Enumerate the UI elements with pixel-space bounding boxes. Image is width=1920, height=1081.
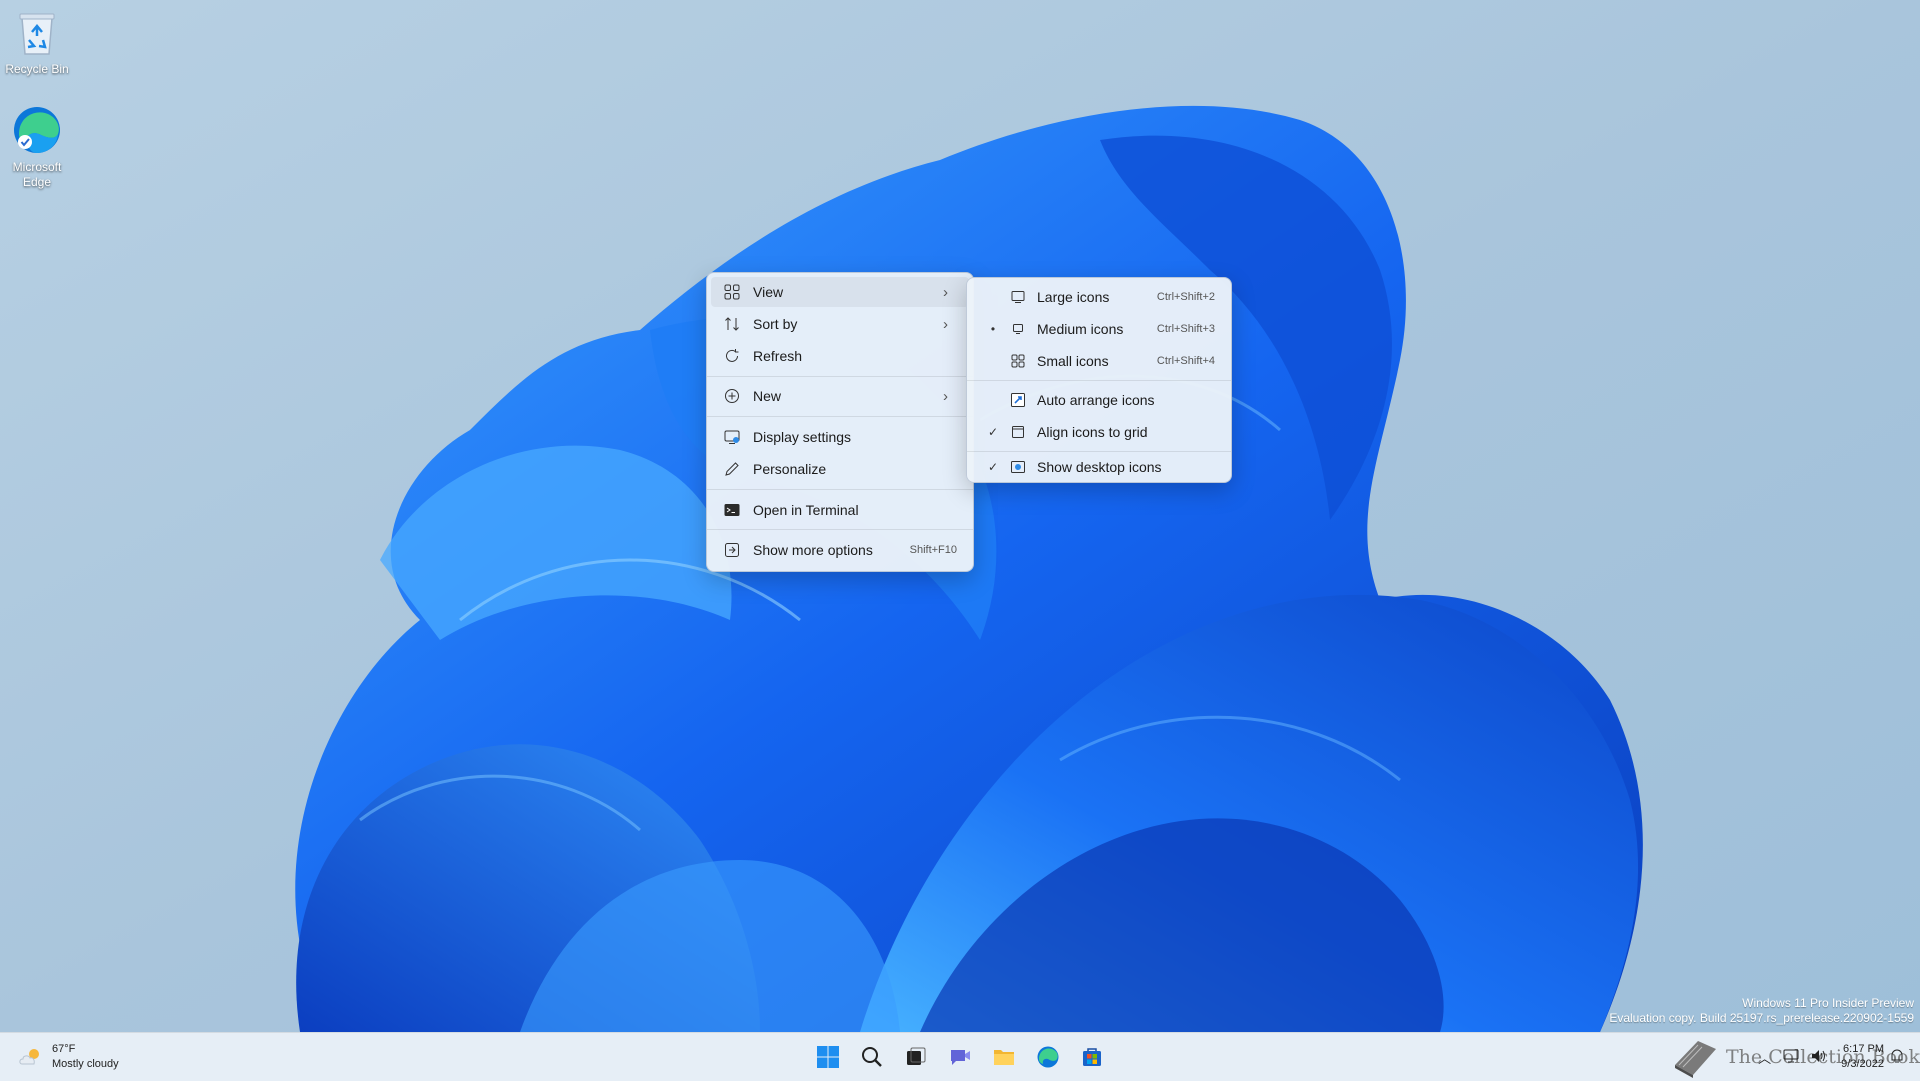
terminal-icon	[723, 501, 741, 519]
chevron-right-icon: ›	[943, 315, 948, 333]
monitor-icon	[1009, 288, 1027, 306]
menu-item-label: View	[753, 284, 784, 300]
submenu-item-label: Small icons	[1037, 353, 1109, 369]
file-explorer-icon	[994, 1050, 1014, 1065]
clock-date: 9/3/2022	[1841, 1058, 1884, 1070]
chat-icon	[951, 1050, 970, 1065]
refresh-icon	[723, 347, 741, 365]
menu-item-refresh[interactable]: Refresh	[711, 341, 969, 371]
menu-item-label: Show more options	[753, 542, 873, 558]
submenu-item-shortcut: Ctrl+Shift+4	[1156, 355, 1215, 367]
view-submenu: Large icons Ctrl+Shift+2 • Medium icons …	[966, 277, 1232, 483]
menu-separator	[707, 529, 973, 530]
chevron-up-icon[interactable]: ︿	[1758, 1048, 1771, 1067]
task-view-button[interactable]	[900, 1041, 932, 1073]
menu-separator	[707, 416, 973, 417]
book-logo-icon	[1675, 1041, 1716, 1078]
menu-separator	[707, 489, 973, 490]
auto-arrange-icon	[1009, 391, 1027, 409]
submenu-item-label: Show desktop icons	[1037, 459, 1162, 475]
more-options-icon	[723, 541, 741, 559]
menu-item-personalize[interactable]: Personalize	[711, 454, 969, 484]
grid-icon	[723, 283, 741, 301]
submenu-item-medium-icons[interactable]: • Medium icons Ctrl+Shift+3	[971, 314, 1227, 344]
display-icon	[723, 428, 741, 446]
submenu-item-label: Large icons	[1037, 289, 1110, 305]
selection-mark: ✓	[987, 460, 999, 474]
monitor-small-icon	[1009, 320, 1027, 338]
edge-icon	[14, 107, 60, 153]
search-icon	[862, 1047, 882, 1067]
selection-mark: •	[990, 322, 996, 336]
volume-icon[interactable]	[1811, 1049, 1827, 1066]
store-button[interactable]	[1076, 1041, 1108, 1073]
small-grid-icon	[1009, 352, 1027, 370]
menu-item-shortcut: Shift+F10	[909, 544, 957, 556]
submenu-item-label: Medium icons	[1037, 321, 1124, 337]
edge-icon	[1037, 1046, 1059, 1068]
task-view-icon	[907, 1047, 926, 1065]
align-grid-icon	[1009, 423, 1027, 441]
desktop-context-menu: View › Sort by › Refresh New › Display s…	[706, 272, 974, 572]
submenu-item-large-icons[interactable]: Large icons Ctrl+Shift+2	[971, 282, 1227, 312]
menu-item-open-in-terminal[interactable]: Open in Terminal	[711, 495, 969, 525]
recycle-bin-shortcut[interactable]: Recycle Bin	[0, 8, 77, 77]
menu-separator	[967, 380, 1231, 381]
plus-circle-icon	[723, 387, 741, 405]
partly-cloudy-icon	[19, 1049, 39, 1065]
file-explorer-button[interactable]	[988, 1041, 1020, 1073]
clock-time: 6:17 PM	[1843, 1043, 1884, 1055]
menu-item-sort-by[interactable]: Sort by ›	[711, 309, 969, 339]
sort-icon	[723, 315, 741, 333]
pen-icon	[723, 460, 741, 478]
system-tray: ︿ 6:17 PM 9/3/2022	[1752, 1041, 1910, 1073]
show-desktop-icon	[1009, 458, 1027, 476]
weather-temp: 67°F	[52, 1043, 76, 1055]
chevron-right-icon: ›	[943, 387, 948, 405]
submenu-item-auto-arrange[interactable]: Auto arrange icons	[971, 385, 1227, 415]
selection-mark: ✓	[987, 425, 999, 439]
store-icon	[1083, 1048, 1101, 1066]
menu-item-label: Display settings	[753, 429, 852, 445]
search-button[interactable]	[856, 1041, 888, 1073]
clock[interactable]: 6:17 PM 9/3/2022	[1841, 1042, 1884, 1072]
submenu-item-small-icons[interactable]: Small icons Ctrl+Shift+4	[971, 346, 1227, 376]
weather-widget[interactable]: 67°F Mostly cloudy	[18, 1042, 119, 1072]
submenu-item-shortcut: Ctrl+Shift+2	[1156, 291, 1215, 303]
menu-item-label: Refresh	[753, 348, 803, 364]
menu-item-new[interactable]: New ›	[711, 381, 969, 411]
weather-condition: Mostly cloudy	[52, 1058, 119, 1070]
menu-item-display-settings[interactable]: Display settings	[711, 422, 969, 452]
menu-separator	[707, 376, 973, 377]
watermark-line-1: Windows 11 Pro Insider Preview	[1742, 996, 1914, 1010]
chat-button[interactable]	[944, 1041, 976, 1073]
submenu-item-align-to-grid[interactable]: ✓ Align icons to grid	[971, 417, 1227, 447]
submenu-item-shortcut: Ctrl+Shift+3	[1156, 323, 1215, 335]
submenu-item-label: Auto arrange icons	[1037, 392, 1155, 408]
recycle-bin-label: Recycle Bin	[5, 62, 69, 76]
menu-item-show-more-options[interactable]: Show more options Shift+F10	[711, 535, 969, 565]
edge-taskbar-button[interactable]	[1032, 1041, 1064, 1073]
taskbar: 67°F Mostly cloudy The Collection Book ︿…	[0, 1032, 1920, 1081]
menu-item-label: Open in Terminal	[753, 502, 859, 518]
submenu-item-show-desktop-icons[interactable]: ✓ Show desktop icons	[971, 452, 1227, 482]
edge-shortcut[interactable]: Microsoft Edge	[0, 104, 77, 190]
edge-label: Microsoft Edge	[12, 160, 62, 189]
network-icon[interactable]	[1783, 1049, 1799, 1066]
notification-icon[interactable]	[1890, 1048, 1904, 1067]
start-button[interactable]	[812, 1041, 844, 1073]
menu-item-label: New	[753, 388, 782, 404]
chevron-right-icon: ›	[943, 283, 948, 301]
watermark-line-2: Evaluation copy. Build 25197.rs_prerelea…	[1609, 1011, 1914, 1025]
menu-item-label: Personalize	[753, 461, 827, 477]
build-watermark: Windows 11 Pro Insider Preview Evaluatio…	[1609, 996, 1914, 1026]
start-icon	[817, 1046, 839, 1068]
submenu-item-label: Align icons to grid	[1037, 424, 1148, 440]
recycle-bin-icon	[19, 13, 55, 55]
menu-item-label: Sort by	[753, 316, 798, 332]
menu-item-view[interactable]: View ›	[711, 277, 969, 307]
